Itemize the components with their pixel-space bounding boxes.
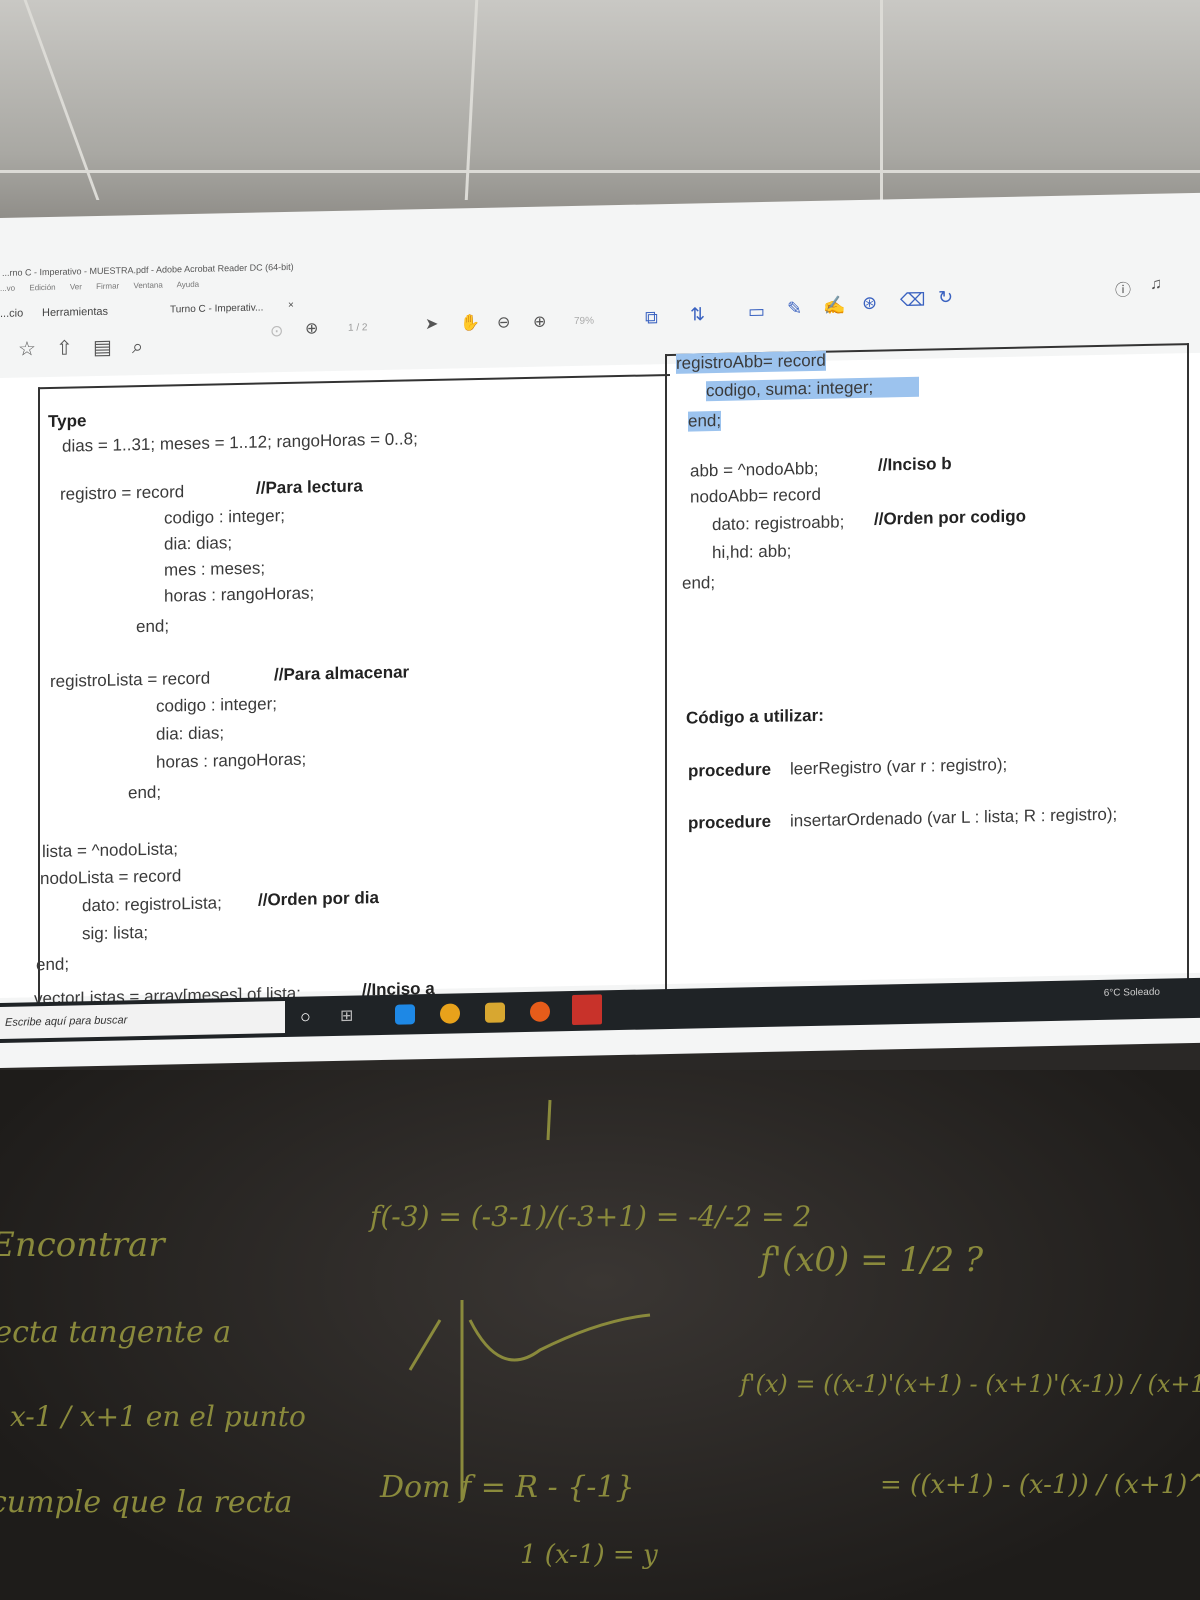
next-page-icon[interactable]: ⊕: [305, 319, 318, 339]
cortana-circle-icon[interactable]: ○: [300, 1006, 320, 1026]
menu-ventana[interactable]: Ventana: [133, 281, 162, 291]
section-heading: Código a utilizar:: [686, 705, 824, 728]
help-icon[interactable]: ⓘ: [1115, 276, 1131, 300]
code-line: codigo : integer;: [156, 694, 277, 716]
search-icon[interactable]: ⌕: [132, 336, 143, 358]
code-line: sig: lista;: [82, 922, 149, 944]
code-line: nodoAbb= record: [690, 484, 821, 507]
menu-ayuda[interactable]: Ayuda: [177, 280, 200, 289]
acrobat-icon[interactable]: [572, 994, 602, 1026]
sketch-stroke: [546, 1099, 552, 1141]
graph-sketch: [408, 1099, 651, 1500]
ceiling-grid-line: [880, 0, 883, 200]
rotate-icon[interactable]: ↻: [938, 287, 953, 307]
code-line: registro = record: [60, 482, 185, 504]
ceiling-background: [0, 0, 1200, 220]
task-view-icon[interactable]: ⊞: [340, 1005, 360, 1025]
code-line: end;: [36, 954, 70, 975]
code-line: dato: registroabb;: [712, 512, 845, 535]
code-line: hi,hd: abb;: [712, 541, 792, 563]
code-line: mes : meses;: [164, 558, 266, 580]
file-explorer-icon[interactable]: [485, 1002, 505, 1023]
code-line: lista = ^nodoLista;: [42, 839, 179, 862]
code-keyword: procedure: [688, 811, 772, 833]
upload-icon[interactable]: ⇧: [56, 337, 73, 359]
menu-edicion[interactable]: Edición: [29, 283, 55, 293]
chrome-icon[interactable]: [440, 1003, 460, 1024]
code-line: abb = ^nodoAbb;: [690, 458, 819, 481]
tab-document[interactable]: Turno C - Imperativ...: [170, 302, 263, 315]
previous-page-icon[interactable]: ⊙: [270, 322, 283, 342]
star-icon[interactable]: ☆: [18, 338, 36, 360]
hand-tool-icon[interactable]: ✋: [460, 314, 480, 334]
code-comment: //Orden por codigo: [874, 506, 1027, 529]
code-comment: //Para lectura: [256, 476, 363, 498]
code-keyword: procedure: [688, 759, 772, 781]
code-line: nodoLista = record: [40, 866, 182, 889]
comment-icon[interactable]: ▭: [748, 301, 765, 321]
weather-widget[interactable]: 6°C Soleado: [1104, 987, 1160, 999]
zoom-out-icon[interactable]: ⊖: [497, 313, 510, 333]
code-line: registroLista = record: [50, 668, 211, 691]
stamp-icon[interactable]: ⊛: [862, 293, 877, 313]
code-line: end;: [128, 782, 162, 803]
zoom-in-icon[interactable]: ⊕: [533, 313, 546, 333]
tab-herramientas[interactable]: Herramientas: [42, 306, 108, 319]
edge-browser-icon[interactable]: [395, 1004, 415, 1025]
menu-ver[interactable]: Ver: [70, 282, 82, 291]
code-line: dia: dias;: [164, 533, 233, 554]
code-comment: //Orden por dia: [258, 888, 379, 910]
code-comment: //Para almacenar: [274, 662, 410, 685]
menu-firmar[interactable]: Firmar: [96, 282, 119, 291]
print-icon[interactable]: ▤: [93, 337, 112, 359]
close-tab-icon[interactable]: ×: [288, 300, 294, 311]
menu-archivo[interactable]: ...vo: [0, 284, 15, 293]
highlight-pen-icon[interactable]: ✎: [787, 298, 802, 318]
code-line-selected: end;: [688, 410, 722, 432]
page-indicator[interactable]: 1 / 2: [348, 318, 367, 338]
tab-inicio[interactable]: ...cio: [0, 308, 23, 320]
code-line: horas : rangoHoras;: [156, 749, 307, 772]
code-line: end;: [136, 616, 170, 637]
code-line: horas : rangoHoras;: [164, 583, 315, 606]
right-code-box: [665, 343, 1189, 997]
projected-screen: ...rno C - Imperativo - MUESTRA.pdf - Ad…: [0, 192, 1200, 1068]
whiteboard: Encontrar recta tangente a x-1 / x+1 en …: [0, 1070, 1200, 1600]
code-comment: //Inciso b: [878, 454, 952, 475]
pdf-page: Type dias = 1..31; meses = 1..12; rangoH…: [0, 343, 1200, 1010]
window-title: ...rno C - Imperativo - MUESTRA.pdf - Ad…: [2, 261, 294, 278]
firefox-icon[interactable]: [530, 1001, 550, 1022]
sketch-stroke: [408, 1319, 442, 1371]
code-line: dato: registroLista;: [82, 893, 222, 916]
scroll-mode-icon[interactable]: ⇅: [690, 304, 705, 324]
zoom-level[interactable]: 79%: [574, 312, 594, 332]
code-line: end;: [682, 573, 716, 593]
ceiling-grid-line: [0, 170, 1200, 173]
delete-icon[interactable]: ⌫: [900, 290, 925, 311]
code-line-selected: registroAbb= record: [676, 350, 826, 374]
sketch-curve: [468, 1313, 651, 1362]
fit-page-icon[interactable]: ⧉: [645, 307, 658, 327]
code-line: codigo : integer;: [164, 506, 285, 528]
type-keyword: Type: [48, 411, 87, 431]
taskbar-search-input[interactable]: Escribe aquí para buscar: [0, 1001, 285, 1039]
code-line: dia: dias;: [156, 723, 225, 744]
sign-icon[interactable]: ✍: [823, 295, 845, 315]
select-cursor-icon[interactable]: ➤: [425, 315, 438, 335]
bell-icon[interactable]: ♫: [1150, 276, 1162, 294]
